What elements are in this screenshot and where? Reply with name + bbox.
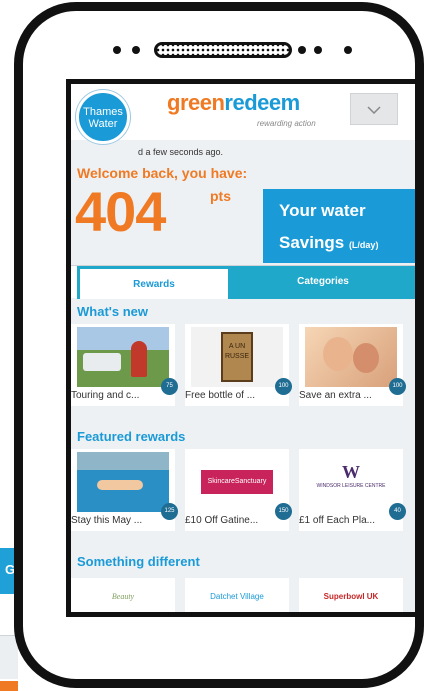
logo-text-line1: Thames xyxy=(83,106,123,118)
welcome-message: Welcome back, you have: xyxy=(77,165,248,181)
thames-water-logo[interactable]: Thames Water xyxy=(76,90,130,144)
points-badge: 75 xyxy=(161,378,178,395)
reward-image-text: WINDSOR LEISURE CENTRE xyxy=(316,483,386,489)
reward-image: A UN RUSSE xyxy=(191,327,283,387)
reward-card[interactable]: Datchet Village xyxy=(185,578,289,612)
reward-card[interactable]: 100 Save an extra ... xyxy=(299,324,406,406)
points-badge: 100 xyxy=(389,378,406,395)
savings-label: Savings xyxy=(279,233,345,252)
brand-redeem: redeem xyxy=(224,90,300,115)
brand-green: green xyxy=(167,90,225,115)
section-title-something-different: Something different xyxy=(77,554,200,569)
reward-card[interactable]: 75 Touring and c... xyxy=(71,324,178,406)
background-accent-bar xyxy=(0,681,18,691)
reward-card[interactable]: A UN RUSSE 100 Free bottle of ... xyxy=(185,324,292,406)
sensor-dot-icon xyxy=(314,46,322,54)
chevron-down-icon xyxy=(367,106,381,115)
tab-categories[interactable]: Categories xyxy=(231,266,415,299)
menu-dropdown-button[interactable] xyxy=(350,93,398,125)
section-title-whats-new: What's new xyxy=(77,304,148,319)
savings-title: Your water xyxy=(279,201,366,220)
logo-text-line2: Water xyxy=(88,118,118,130)
camera-dot-icon xyxy=(113,46,121,54)
brand-tagline: rewarding action xyxy=(257,119,316,128)
camera-dot-icon xyxy=(344,46,352,54)
water-savings-panel[interactable]: Your water Savings (L/day) xyxy=(263,189,415,263)
reward-image xyxy=(77,452,169,512)
brand-title: greenredeem xyxy=(167,90,300,116)
reward-image-text: SkincareSanctuary xyxy=(201,470,273,494)
reward-image: SkincareSanctuary xyxy=(191,452,283,512)
phone-frame: Thames Water greenredeem rewarding actio… xyxy=(14,2,424,688)
sensor-dot-icon xyxy=(298,46,306,54)
reward-image-text: A UN RUSSE xyxy=(221,332,253,382)
points-unit: pts xyxy=(210,188,231,204)
reward-image-text: Datchet Village xyxy=(210,592,264,601)
reward-image xyxy=(77,327,169,387)
reward-card[interactable]: Beauty xyxy=(71,578,175,612)
points-badge: 125 xyxy=(161,503,178,520)
tab-rewards[interactable]: Rewards xyxy=(77,266,231,299)
sensor-dot-icon xyxy=(132,46,140,54)
reward-image: W WINDSOR LEISURE CENTRE xyxy=(305,452,397,512)
savings-unit: (L/day) xyxy=(348,240,379,250)
reward-card[interactable]: 125 Stay this May ... xyxy=(71,449,178,531)
points-badge: 40 xyxy=(389,503,406,520)
app-header: Thames Water greenredeem rewarding actio… xyxy=(71,84,415,144)
reward-card[interactable]: Superbowl UK xyxy=(299,578,403,612)
points-balance: 404 xyxy=(75,180,166,243)
app-screen: Thames Water greenredeem rewarding actio… xyxy=(66,79,415,617)
reward-image-text: Beauty xyxy=(111,592,135,601)
phone-top-bar xyxy=(23,37,415,63)
windsor-logo-icon: W xyxy=(342,462,360,482)
last-updated-text: d a few seconds ago. xyxy=(138,147,224,157)
reward-image-text: Superbowl UK xyxy=(323,592,379,601)
section-title-featured: Featured rewards xyxy=(77,429,186,444)
reward-image xyxy=(305,327,397,387)
reward-card[interactable]: SkincareSanctuary 150 £10 Off Gatine... xyxy=(185,449,292,531)
points-badge: 150 xyxy=(275,503,292,520)
speaker-icon xyxy=(154,42,292,58)
tab-bar: Rewards Categories xyxy=(71,265,415,299)
points-badge: 100 xyxy=(275,378,292,395)
reward-card[interactable]: W WINDSOR LEISURE CENTRE 40 £1 off Each … xyxy=(299,449,406,531)
savings-subtitle: Savings (L/day) xyxy=(279,233,415,253)
